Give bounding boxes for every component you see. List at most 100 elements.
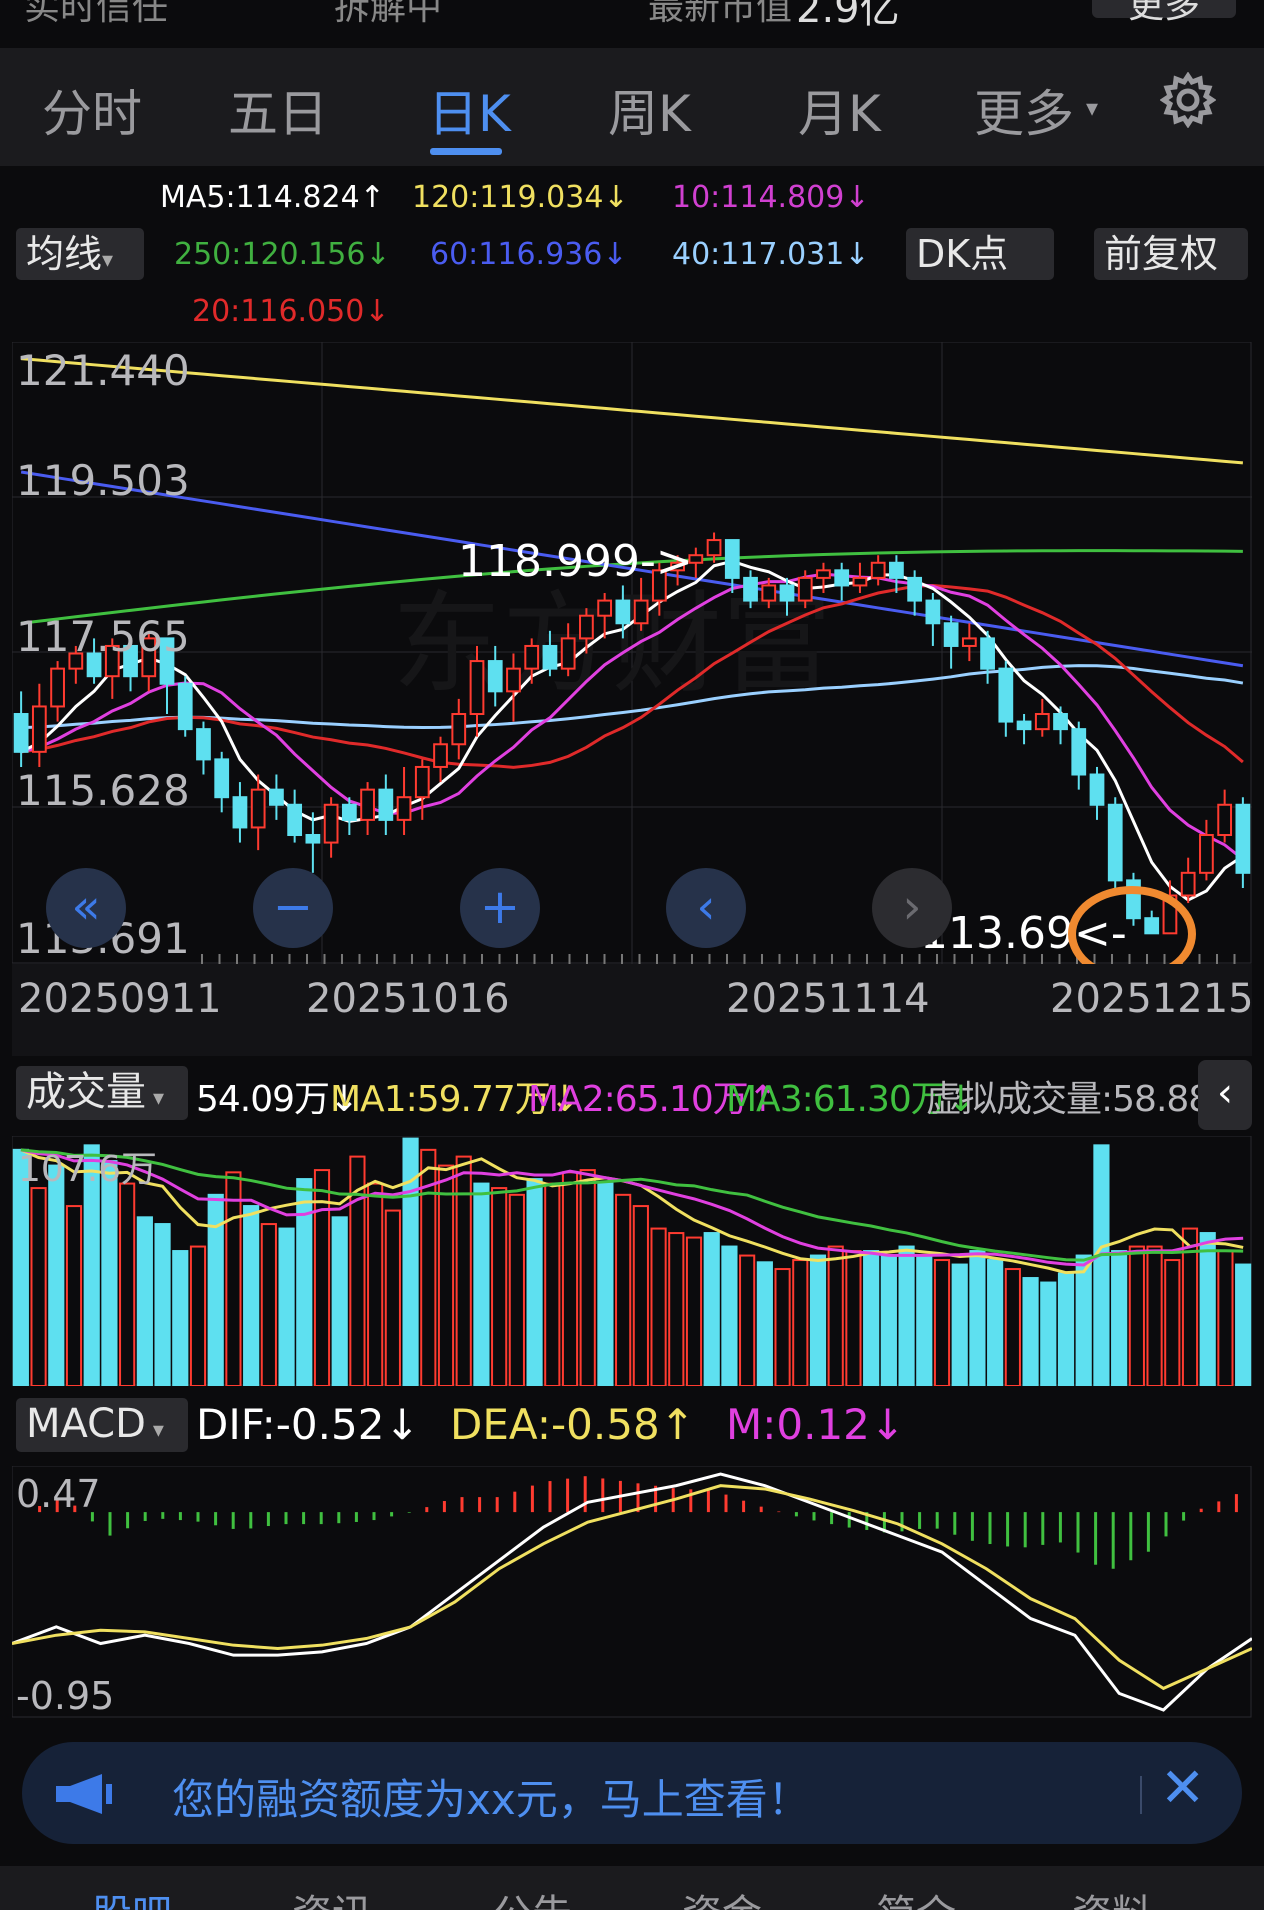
volume-bar [916, 1254, 933, 1386]
candle-body [396, 796, 412, 821]
macd-m: M:0.12↓ [726, 1400, 906, 1449]
candle-body [1217, 803, 1233, 837]
close-icon[interactable]: ✕ [1160, 1756, 1205, 1819]
high-price-marker: 118.999-> [458, 536, 693, 587]
volume-bar [508, 1193, 525, 1386]
margin-promo-banner[interactable]: 您的融资额度为xx元，马上查看！ ✕ [22, 1742, 1242, 1844]
volume-bar [579, 1169, 596, 1386]
volume-bar [296, 1178, 313, 1386]
candle [925, 593, 941, 646]
header-left: 实时信任 [24, 0, 169, 28]
candle [1034, 698, 1050, 737]
candle-body [980, 637, 995, 670]
candle-body [287, 803, 303, 837]
candle-body [1053, 713, 1068, 731]
volume-bar [260, 1223, 277, 1386]
volume-bar [491, 1187, 508, 1386]
price-axis-label-1: 121.440 [16, 346, 190, 395]
tab-monthly-k[interactable]: 月K [798, 74, 881, 146]
candle-body [724, 539, 740, 579]
date-label-3: 20251114 [726, 976, 930, 1022]
candle-body [1089, 773, 1105, 806]
candle-body [414, 765, 430, 799]
bottom-tab-forum[interactable]: 股吧 [92, 1882, 172, 1910]
candle [287, 789, 303, 843]
candle [177, 676, 193, 737]
candle [269, 774, 284, 820]
bottom-tab-funds[interactable]: 资金 [682, 1882, 762, 1910]
volume-bar [189, 1245, 207, 1386]
candle-body [761, 584, 777, 602]
volume-bar [455, 1155, 472, 1386]
candle-body [1016, 720, 1032, 731]
candle-body [50, 667, 65, 708]
candle-body [1071, 728, 1087, 776]
volume-bar [1093, 1144, 1110, 1386]
macd-chart[interactable] [12, 1466, 1252, 1718]
bottom-tab-news[interactable]: 资讯 [292, 1882, 372, 1910]
tab-weekly-k[interactable]: 周K [608, 74, 691, 146]
candle-body [341, 803, 357, 821]
zoom-out-button[interactable]: − [253, 868, 333, 948]
scroll-left-button[interactable]: ‹ [666, 868, 746, 948]
volume-bar [632, 1205, 649, 1386]
volume-bar [1128, 1245, 1145, 1386]
candle [1016, 714, 1032, 745]
candle-body [560, 637, 576, 670]
candle [414, 759, 430, 820]
volume-bar [278, 1227, 295, 1386]
candle [232, 782, 248, 843]
scroll-right-button[interactable]: › [872, 868, 952, 948]
price-axis-label-3: 117.565 [16, 612, 190, 661]
tab-five-day[interactable]: 五日 [228, 74, 328, 146]
candle [214, 751, 230, 813]
candle-body [925, 599, 941, 625]
adjust-mode-button[interactable]: 前复权 [1094, 228, 1248, 280]
bottom-tab-profile[interactable]: 简介 [876, 1882, 956, 1910]
volume-bar [1111, 1250, 1128, 1386]
candle-body [250, 788, 266, 829]
volume-indicator-select[interactable]: 成交量 ▾ [16, 1066, 188, 1120]
candle-body [177, 682, 193, 731]
bottom-tab-notice[interactable]: 公告 [492, 1882, 572, 1910]
volume-bar [1217, 1250, 1234, 1386]
date-label-4: 20251215 [1050, 976, 1254, 1022]
tab-intraday[interactable]: 分时 [42, 74, 142, 146]
volume-bar [1057, 1272, 1075, 1386]
banner-divider [1140, 1776, 1142, 1814]
candle [360, 782, 375, 836]
candle [943, 615, 959, 669]
candle [1199, 819, 1214, 881]
macd-indicator-select[interactable]: MACD ▾ [16, 1398, 188, 1452]
volume-bar [1022, 1277, 1039, 1386]
candle [1053, 706, 1068, 745]
volume-bar [845, 1250, 862, 1386]
volume-bar [792, 1259, 809, 1386]
dk-point-button[interactable]: DK点 [906, 228, 1054, 280]
collapse-panel-button[interactable]: ‹ [1198, 1060, 1252, 1130]
volume-bar [561, 1171, 579, 1386]
zoom-in-button[interactable]: + [460, 868, 540, 948]
volume-chart[interactable] [12, 1136, 1252, 1386]
candle [31, 683, 47, 767]
scroll-to-start-button[interactable]: « [46, 868, 126, 948]
gear-icon[interactable] [1160, 72, 1216, 128]
candle [907, 570, 923, 616]
candlestick-chart[interactable]: 东方财富 [12, 342, 1252, 964]
volume-bar [119, 1182, 136, 1386]
tab-daily-k[interactable]: 日K [428, 74, 511, 146]
candle [1180, 857, 1196, 904]
volume-bar [101, 1160, 118, 1386]
more-button[interactable]: 更多 [1092, 0, 1236, 26]
volume-bar [1146, 1245, 1163, 1386]
candle-body [1235, 803, 1251, 874]
indicator-select-button[interactable]: 均线▾ [16, 228, 144, 280]
candle-body [998, 667, 1014, 723]
candle [50, 661, 65, 722]
candle [1235, 797, 1251, 888]
volume-bar [668, 1232, 685, 1386]
bottom-tab-bar: 股吧 资讯 公告 资金 简介 资料 [0, 1866, 1264, 1910]
bottom-tab-data[interactable]: 资料 [1072, 1882, 1152, 1910]
tab-more[interactable]: 更多 [974, 74, 1074, 146]
candle-body [834, 569, 850, 587]
